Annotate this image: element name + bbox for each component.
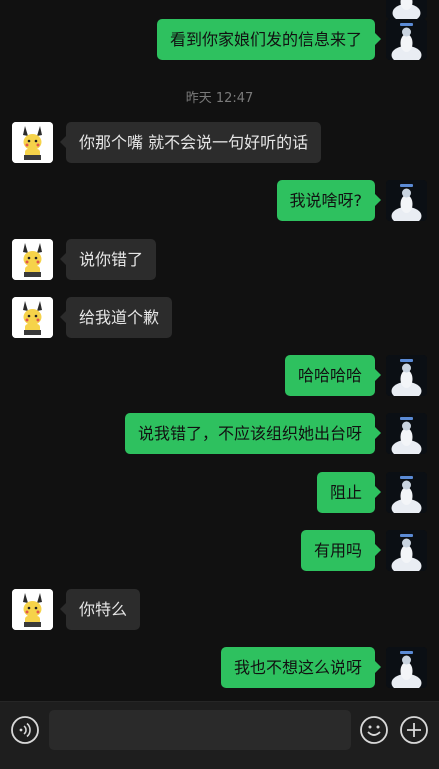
- message-row: 你那个嘴 就不会说一句好听的话: [0, 122, 439, 164]
- outgoing-message[interactable]: 我也不想这么说呀: [220, 647, 382, 688]
- outgoing-message[interactable]: 我说啥呀?: [276, 180, 381, 221]
- my-avatar[interactable]: [386, 413, 427, 454]
- message-row: [0, 0, 439, 20]
- outgoing-message[interactable]: 哈哈哈哈: [284, 355, 382, 396]
- outgoing-message[interactable]: 说我错了，不应该组织她出台呀: [124, 413, 382, 454]
- my-avatar[interactable]: [386, 355, 427, 396]
- chat-area[interactable]: 看到你家娘们发的信息来了 昨天 12:47 你那个嘴 就不会说一句好听的话 我说…: [0, 0, 439, 701]
- my-avatar[interactable]: [386, 472, 427, 513]
- message-row: 我也不想这么说呀: [0, 647, 439, 689]
- contact-avatar[interactable]: [12, 239, 53, 280]
- message-row: 说你错了: [0, 239, 439, 281]
- message-row: 给我道个歉: [0, 297, 439, 339]
- timestamp: 昨天 12:47: [185, 91, 254, 106]
- incoming-message[interactable]: 你特么: [59, 589, 141, 630]
- input-bar: [0, 701, 439, 769]
- incoming-message[interactable]: 你那个嘴 就不会说一句好听的话: [59, 122, 322, 163]
- outgoing-message[interactable]: 有用吗: [300, 530, 382, 571]
- incoming-message[interactable]: 说你错了: [59, 239, 157, 280]
- incoming-message[interactable]: 给我道个歉: [59, 297, 173, 338]
- my-avatar[interactable]: [386, 530, 427, 571]
- my-avatar[interactable]: [386, 180, 427, 221]
- message-row: 哈哈哈哈: [0, 355, 439, 397]
- message-row: 有用吗: [0, 530, 439, 572]
- message-row: 你特么: [0, 589, 439, 631]
- message-row: 看到你家娘们发的信息来了: [0, 19, 439, 61]
- my-avatar[interactable]: [386, 19, 427, 60]
- my-avatar[interactable]: [386, 0, 427, 19]
- contact-avatar[interactable]: [12, 589, 53, 630]
- message-row: 说我错了，不应该组织她出台呀: [0, 413, 439, 455]
- outgoing-message[interactable]: 阻止: [316, 472, 382, 513]
- message-input[interactable]: [49, 710, 351, 750]
- outgoing-message[interactable]: 看到你家娘们发的信息来了: [156, 19, 382, 60]
- emoji-icon[interactable]: [359, 715, 389, 745]
- contact-avatar[interactable]: [12, 297, 53, 338]
- plus-icon[interactable]: [399, 715, 429, 745]
- message-row: 我说啥呀?: [0, 180, 439, 222]
- message-row: 阻止: [0, 472, 439, 514]
- contact-avatar[interactable]: [12, 122, 53, 163]
- voice-icon[interactable]: [10, 715, 40, 745]
- my-avatar[interactable]: [386, 647, 427, 688]
